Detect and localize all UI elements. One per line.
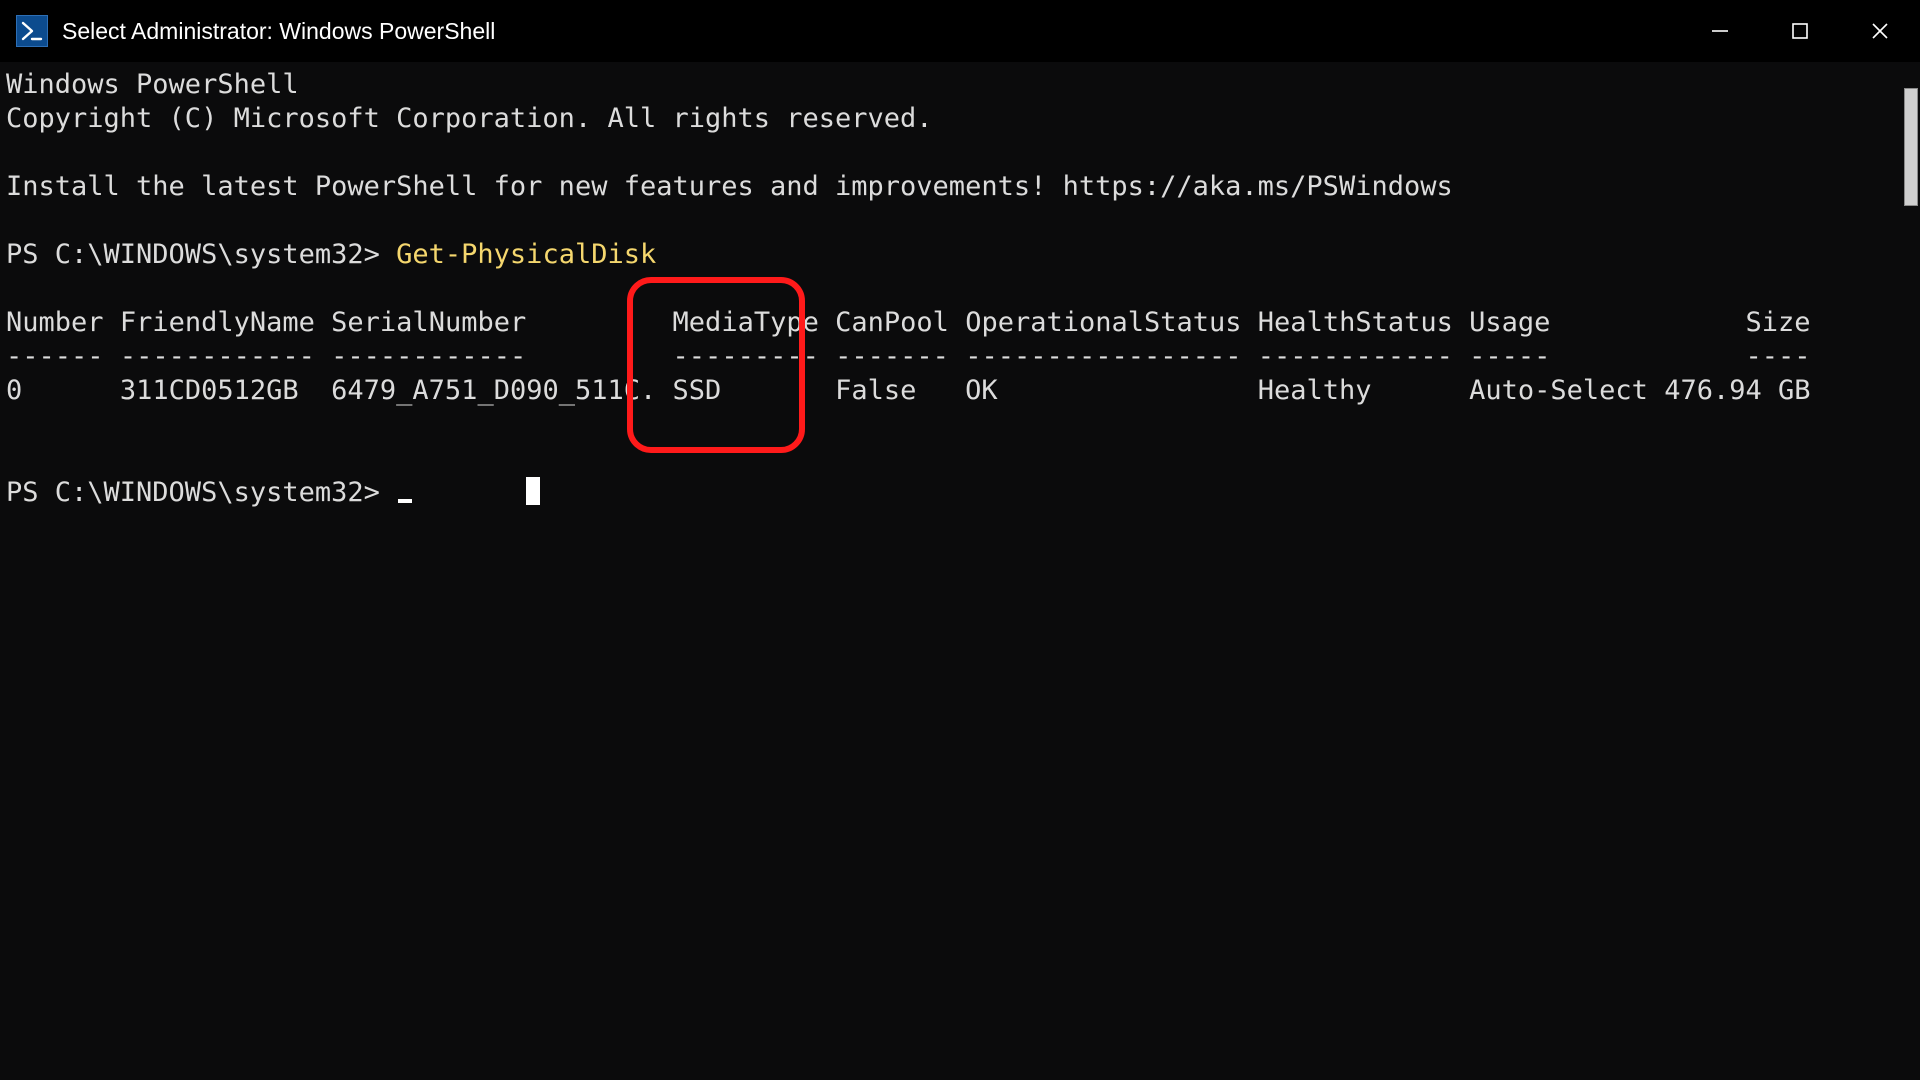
col-header-serial: SerialNumber xyxy=(331,307,526,338)
prompt-2: PS C:\WINDOWS\system32> xyxy=(6,477,396,508)
cell-friendly: 311CD0512GB xyxy=(120,375,299,406)
cell-serial: 6479_A751_D090_511C. xyxy=(331,375,656,406)
titlebar-left: Select Administrator: Windows PowerShell xyxy=(0,15,495,47)
banner-line-1: Windows PowerShell xyxy=(6,69,299,100)
col-header-usage: Usage xyxy=(1469,307,1550,338)
titlebar[interactable]: Select Administrator: Windows PowerShell xyxy=(0,0,1920,62)
cell-health: Healthy xyxy=(1258,375,1372,406)
col-header-media: MediaType xyxy=(673,307,819,338)
col-div-health: ------------ xyxy=(1258,341,1453,372)
cell-number: 0 xyxy=(6,375,22,406)
powershell-icon xyxy=(16,15,48,47)
minimize-button[interactable] xyxy=(1680,0,1760,62)
vertical-scrollbar[interactable] xyxy=(1898,62,1920,1080)
col-div-size: ---- xyxy=(1746,341,1811,372)
scrollbar-thumb[interactable] xyxy=(1904,88,1918,206)
maximize-button[interactable] xyxy=(1760,0,1840,62)
text-cursor xyxy=(526,477,540,505)
cell-canpool: False xyxy=(835,375,916,406)
cell-opstatus: OK xyxy=(965,375,998,406)
cell-usage: Auto-Select xyxy=(1469,375,1648,406)
col-div-serial: ------------ xyxy=(331,341,526,372)
col-div-opstatus: ----------------- xyxy=(965,341,1241,372)
close-button[interactable] xyxy=(1840,0,1920,62)
col-div-friendly: ------------ xyxy=(120,341,315,372)
col-header-opstatus: OperationalStatus xyxy=(965,307,1241,338)
prompt-1: PS C:\WINDOWS\system32> xyxy=(6,239,396,270)
terminal-output[interactable]: Windows PowerShell Copyright (C) Microso… xyxy=(6,68,1892,1080)
col-div-media: --------- xyxy=(673,341,819,372)
banner-line-2: Copyright (C) Microsoft Corporation. All… xyxy=(6,103,933,134)
col-div-number: ------ xyxy=(6,341,104,372)
install-message: Install the latest PowerShell for new fe… xyxy=(6,171,1453,202)
powershell-window: Select Administrator: Windows PowerShell… xyxy=(0,0,1920,1080)
col-header-friendly: FriendlyName xyxy=(120,307,315,338)
col-header-size: Size xyxy=(1746,307,1811,338)
terminal-area[interactable]: Windows PowerShell Copyright (C) Microso… xyxy=(0,62,1920,1080)
col-div-usage: ----- xyxy=(1469,341,1550,372)
col-header-number: Number xyxy=(6,307,104,338)
command-get-physicaldisk: Get-PhysicalDisk xyxy=(396,239,656,270)
cell-size: 476.94 GB xyxy=(1664,375,1810,406)
window-title: Select Administrator: Windows PowerShell xyxy=(62,18,495,45)
cell-media: SSD xyxy=(673,375,722,406)
col-div-canpool: ------- xyxy=(835,341,949,372)
col-header-health: HealthStatus xyxy=(1258,307,1453,338)
col-header-canpool: CanPool xyxy=(835,307,949,338)
underscore-cursor-mark xyxy=(398,499,412,503)
